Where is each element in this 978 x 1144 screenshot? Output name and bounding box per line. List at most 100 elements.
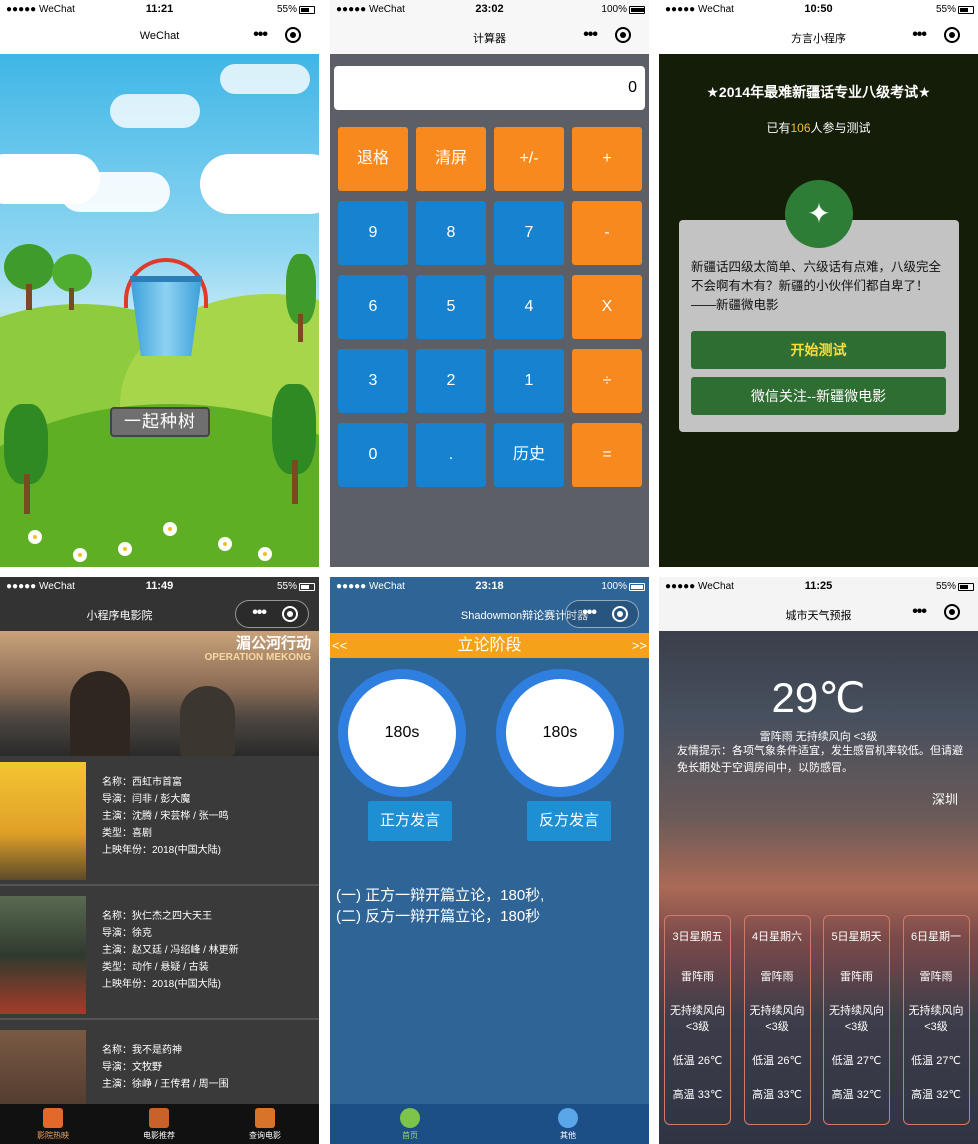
tab-search[interactable]: 查询电影 <box>212 1104 318 1144</box>
close-miniprogram-icon[interactable] <box>944 604 960 620</box>
forecast-wind1: 无持续风向 <box>829 1005 884 1017</box>
list-item[interactable]: 名称：西虹市首富 导演：闫非 / 彭大魔 主演：沈腾 / 宋芸桦 / 张一鸣 类… <box>0 756 319 886</box>
stage-title: 立论阶段 <box>457 637 522 654</box>
calc-key[interactable]: 7 <box>494 201 564 265</box>
calc-key[interactable]: +/- <box>494 127 564 191</box>
participant-count: 已有106人参与测试 <box>766 121 871 135</box>
battery-label: 55% <box>276 581 297 592</box>
battery-label: 100% <box>601 581 627 592</box>
more-icon[interactable]: ••• <box>912 604 927 620</box>
quiz-heading: ★2014年最难新疆话专业八级考试★ <box>706 84 931 100</box>
panel-tree-app: ●●●●● WeChat 11:21 55% WeChat ••• 一起种树 <box>0 0 319 567</box>
movie-poster <box>0 762 86 880</box>
con-timer: 180s <box>496 669 624 797</box>
calc-key[interactable]: 0 <box>338 423 408 487</box>
forecast-wind1: 无持续风向 <box>749 1005 805 1017</box>
more-icon[interactable]: ••• <box>912 27 927 43</box>
forecast-date: 6日星期一 <box>910 931 962 943</box>
more-icon[interactable]: ••• <box>582 605 597 621</box>
close-miniprogram-icon[interactable] <box>944 27 960 43</box>
calc-key[interactable]: 3 <box>338 349 408 413</box>
forecast-weather: 雷阵雨 <box>760 971 794 983</box>
clock: 11:25 <box>804 580 833 592</box>
calc-key[interactable]: 历史 <box>494 423 564 487</box>
clock: 11:49 <box>145 580 174 592</box>
film-icon <box>43 1108 63 1128</box>
plant-tree-button[interactable]: 一起种树 <box>110 407 210 437</box>
forecast-wind2: <3级 <box>844 1021 869 1033</box>
calc-key[interactable]: ÷ <box>572 349 642 413</box>
close-miniprogram-icon[interactable] <box>612 606 628 622</box>
clock: 11:21 <box>145 3 174 15</box>
movie-list: 名称：西虹市首富 导演：闫非 / 彭大魔 主演：沈腾 / 宋芸桦 / 张一鸣 类… <box>0 756 319 1104</box>
movie-info: 名称：狄仁杰之四大天王 导演：徐克 主演：赵又廷 / 冯绍峰 / 林更新 类型：… <box>102 911 239 990</box>
calc-key[interactable]: 退格 <box>338 127 408 191</box>
calc-key[interactable]: + <box>572 127 642 191</box>
calculator-display: 0 <box>334 66 645 110</box>
calc-key[interactable]: 6 <box>338 275 408 339</box>
calc-key[interactable]: X <box>572 275 642 339</box>
tab-other[interactable]: 其他 <box>508 1104 628 1144</box>
forecast-wind2: <3级 <box>685 1021 710 1033</box>
page-title: 计算器 <box>473 33 506 45</box>
forecast-weather: 雷阵雨 <box>919 971 953 983</box>
next-stage-button[interactable]: >> <box>632 633 647 658</box>
close-miniprogram-icon[interactable] <box>615 27 631 43</box>
city-name[interactable]: 深圳 <box>932 789 958 808</box>
more-icon[interactable]: ••• <box>253 27 268 43</box>
status-bar: ●●●●● WeChat 10:50 55% <box>659 0 978 20</box>
battery-label: 100% <box>601 4 627 15</box>
battery-icon <box>958 6 974 14</box>
con-speak-button[interactable]: 反方发言 <box>527 801 611 841</box>
tab-bar: 首页 其他 <box>330 1104 649 1144</box>
status-bar: ●●●●● WeChat 11:21 55% <box>0 0 319 20</box>
list-item[interactable]: 名称：狄仁杰之四大天王 导演：徐克 主演：赵又廷 / 冯绍峰 / 林更新 类型：… <box>0 890 319 1020</box>
stage-bar: << 立论阶段 >> <box>330 633 649 658</box>
battery-label: 55% <box>935 581 956 592</box>
forecast-low: 低温 26℃ <box>672 1055 723 1067</box>
calc-key[interactable]: 清屏 <box>416 127 486 191</box>
prev-stage-button[interactable]: << <box>332 633 347 658</box>
calc-key[interactable]: 8 <box>416 201 486 265</box>
calc-key[interactable]: 5 <box>416 275 486 339</box>
follow-button[interactable]: 微信关注--新疆微电影 <box>691 377 946 415</box>
more-icon[interactable]: ••• <box>252 605 267 621</box>
battery-icon <box>629 6 645 14</box>
panel-debate-timer: ●●●●● WeChat 23:18 100% Shadowmon辩论赛计时器 … <box>330 577 649 1144</box>
capsule-menu: ••• <box>235 600 309 628</box>
movie-info: 名称：西虹市首富 导演：闫非 / 彭大魔 主演：沈腾 / 宋芸桦 / 张一鸣 类… <box>102 777 229 856</box>
movie-info: 名称：我不是药神 导演：文牧野 主演：徐峥 / 王传君 / 周一围 <box>102 1045 229 1090</box>
nav-bar: 计算器 ••• <box>330 20 649 54</box>
calc-key[interactable]: - <box>572 201 642 265</box>
close-miniprogram-icon[interactable] <box>282 606 298 622</box>
status-bar: ●●●●● WeChat 11:49 55% <box>0 577 319 597</box>
calc-key[interactable]: 9 <box>338 201 408 265</box>
list-item[interactable]: 名称：我不是药神 导演：文牧野 主演：徐峥 / 王传君 / 周一围 <box>0 1024 319 1104</box>
water-bucket-icon <box>124 258 208 356</box>
panel-weather: ●●●●● WeChat 11:25 55% 城市天气预报 ••• 29℃ 雷阵… <box>659 577 978 1144</box>
tab-now-showing[interactable]: 影院热映 <box>0 1104 106 1144</box>
status-bar: ●●●●● WeChat 11:25 55% <box>659 577 978 597</box>
forecast-wind1: 无持续风向 <box>908 1005 964 1017</box>
start-test-button[interactable]: 开始测试 <box>691 331 946 369</box>
tab-home[interactable]: 首页 <box>350 1104 470 1144</box>
pro-speak-button[interactable]: 正方发言 <box>368 801 452 841</box>
page-title: 方言小程序 <box>791 33 846 45</box>
forecast-high: 高温 33℃ <box>672 1089 723 1101</box>
calc-key[interactable]: 4 <box>494 275 564 339</box>
tab-bar: 影院热映 电影推荐 查询电影 <box>0 1104 319 1144</box>
calc-key[interactable]: 1 <box>494 349 564 413</box>
featured-banner[interactable]: 湄公河行动 OPERATION MEKONG <box>0 631 319 756</box>
clock: 10:50 <box>804 3 833 15</box>
forecast-high: 高温 33℃ <box>752 1089 802 1101</box>
calc-key[interactable]: . <box>416 423 486 487</box>
calc-key[interactable]: 2 <box>416 349 486 413</box>
forecast-low: 低温 27℃ <box>911 1055 961 1067</box>
tab-recommend[interactable]: 电影推荐 <box>106 1104 212 1144</box>
weather-tip: 友情提示：各项气象条件适宜，发生感冒机率较低。但请避免长期处于空调房间中，以防感… <box>677 745 963 774</box>
more-icon[interactable]: ••• <box>583 27 598 43</box>
calc-key[interactable]: = <box>572 423 642 487</box>
close-miniprogram-icon[interactable] <box>285 27 301 43</box>
battery-icon <box>629 583 645 591</box>
forecast-wind1: 无持续风向 <box>670 1005 725 1017</box>
